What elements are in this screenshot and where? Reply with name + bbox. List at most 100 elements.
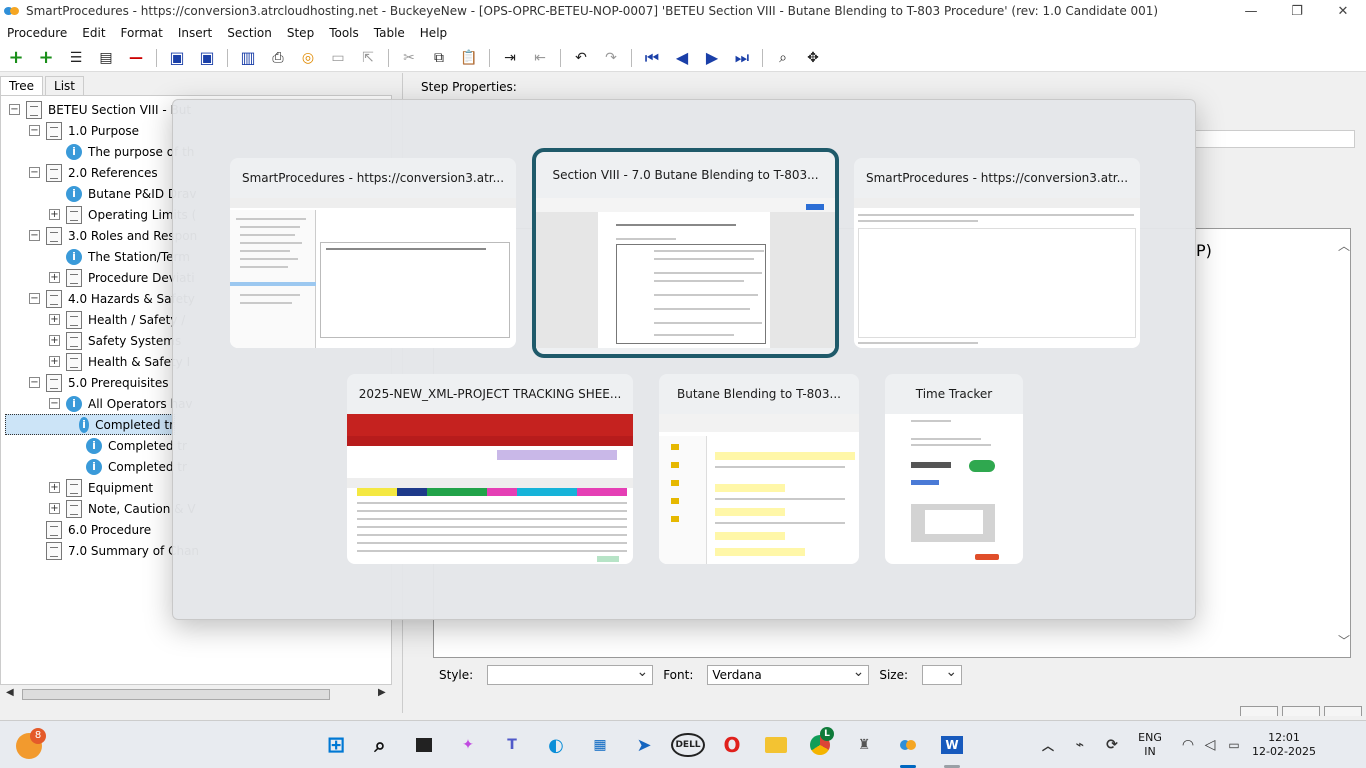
tree-node[interactable]: − BETEU Section VIII - But xyxy=(9,99,191,120)
edge-icon[interactable]: ◐ xyxy=(544,733,568,757)
refresh-icon[interactable]: ⟳ xyxy=(1100,733,1124,757)
undo-icon[interactable]: ↶ xyxy=(571,48,591,68)
start-windows-icon[interactable]: ⊞ xyxy=(324,733,348,758)
power-automate-icon[interactable]: ➤ xyxy=(632,733,656,757)
export-icon[interactable]: ⇱ xyxy=(358,48,378,68)
tree-node[interactable]: − i All Operators hav xyxy=(49,393,193,414)
indent-icon[interactable]: ⇥ xyxy=(500,48,520,68)
copilot-icon[interactable]: ✦ xyxy=(456,733,480,757)
collapse-icon[interactable]: − xyxy=(9,104,20,115)
remove-icon[interactable]: — xyxy=(126,48,146,68)
tab-tree[interactable]: Tree xyxy=(0,76,44,95)
wifi-icon[interactable]: ◠ xyxy=(1176,733,1200,757)
scroll-right-icon[interactable]: ▶ xyxy=(378,687,386,698)
save-icon[interactable]: ▣ xyxy=(197,48,217,68)
style-select[interactable] xyxy=(487,663,654,685)
tree-node[interactable]: + Safety Systems xyxy=(49,330,181,351)
list-icon[interactable]: ☰ xyxy=(66,48,86,68)
teams-icon[interactable]: T xyxy=(500,733,524,757)
collapse-icon[interactable]: − xyxy=(49,398,60,409)
menu-step[interactable]: Step xyxy=(287,26,314,40)
web-icon[interactable]: ◎ xyxy=(298,48,318,68)
menu-help[interactable]: Help xyxy=(420,26,447,40)
chevron-up-icon[interactable]: ︿ xyxy=(1036,733,1060,757)
menu-procedure[interactable]: Procedure xyxy=(7,26,67,40)
smartprocedures-taskbar-icon[interactable] xyxy=(896,733,920,757)
previous-icon[interactable]: ◀ xyxy=(672,48,692,68)
tree-node[interactable]: − 1.0 Purpose xyxy=(29,120,139,141)
window-card-section-viii[interactable]: Section VIII - 7.0 Butane Blending to T-… xyxy=(532,148,839,358)
menu-tools[interactable]: Tools xyxy=(329,26,359,40)
print-icon[interactable]: ⎙ xyxy=(268,48,288,68)
copy-icon[interactable]: ⧉ xyxy=(429,48,449,68)
expand-icon[interactable]: + xyxy=(49,503,60,514)
last-icon[interactable]: ⏭ xyxy=(732,48,752,68)
find-icon[interactable]: ⌕ xyxy=(773,48,793,68)
move-icon[interactable]: ✥ xyxy=(803,48,823,68)
expand-icon[interactable]: + xyxy=(49,272,60,283)
expand-icon[interactable]: + xyxy=(49,482,60,493)
expand-icon[interactable]: + xyxy=(49,335,60,346)
menu-table[interactable]: Table xyxy=(374,26,405,40)
dell-icon[interactable]: DELL xyxy=(671,733,705,757)
expand-icon[interactable]: + xyxy=(49,356,60,367)
tree-node[interactable]: + Health & Safety I xyxy=(49,351,190,372)
language-indicator[interactable]: ENG IN xyxy=(1136,731,1164,759)
chevron-down-icon[interactable]: ﹀ xyxy=(1338,632,1350,649)
tree-node[interactable]: i Completed tr xyxy=(5,414,175,435)
window-card-smartprocedures-2[interactable]: SmartProcedures - https://conversion3.at… xyxy=(854,158,1140,348)
clock[interactable]: 12:01 12-02-2025 xyxy=(1252,731,1316,759)
scroll-left-icon[interactable]: ◀ xyxy=(6,687,14,698)
tree-node[interactable]: − 5.0 Prerequisites xyxy=(29,372,169,393)
network-sync-icon[interactable]: ⌁ xyxy=(1068,733,1092,757)
menu-edit[interactable]: Edit xyxy=(82,26,105,40)
tree-horizontal-scrollbar[interactable]: ◀ ▶ xyxy=(0,685,392,703)
next-icon[interactable]: ▶ xyxy=(702,48,722,68)
collapse-icon[interactable]: − xyxy=(29,167,40,178)
close-icon[interactable]: ✕ xyxy=(1320,0,1366,22)
person-app-icon[interactable]: ♜ xyxy=(852,733,876,757)
window-card-project-tracking-sheet[interactable]: 2025-NEW_XML-PROJECT TRACKING SHEE... xyxy=(347,374,633,564)
expand-icon[interactable]: + xyxy=(49,314,60,325)
battery-icon[interactable]: ▭ xyxy=(1222,733,1246,757)
font-select[interactable]: Verdana xyxy=(707,663,870,685)
tree-node[interactable]: i Completed tr xyxy=(69,456,187,477)
menu-insert[interactable]: Insert xyxy=(178,26,212,40)
redo-icon[interactable]: ↷ xyxy=(601,48,621,68)
add-icon[interactable]: + xyxy=(6,47,26,68)
search-icon[interactable]: ⌕ xyxy=(368,733,392,757)
cut-icon[interactable]: ✂ xyxy=(399,48,419,68)
tree-node[interactable]: + Health / Safety / xyxy=(49,309,185,330)
tree-node[interactable]: 6.0 Procedure xyxy=(29,519,151,540)
volume-icon[interactable]: ◁ xyxy=(1198,733,1222,757)
tree-node[interactable]: i The Station/Term xyxy=(49,246,190,267)
tree-node[interactable]: + Equipment xyxy=(49,477,153,498)
tree-node[interactable]: −4.0 Hazards & Safety xyxy=(29,288,195,309)
store-icon[interactable]: ▦ xyxy=(588,733,612,757)
size-select[interactable] xyxy=(922,663,963,685)
menu-section[interactable]: Section xyxy=(227,26,272,40)
chevron-up-icon[interactable]: ︿ xyxy=(1338,237,1350,254)
expand-icon[interactable]: + xyxy=(49,209,60,220)
file-explorer-icon[interactable] xyxy=(764,733,788,757)
scroll-thumb[interactable] xyxy=(22,689,330,700)
properties-icon[interactable]: ▤ xyxy=(96,48,116,68)
preview-icon[interactable]: ▭ xyxy=(328,48,348,68)
collapse-icon[interactable]: − xyxy=(29,377,40,388)
collapse-icon[interactable]: − xyxy=(29,125,40,136)
task-view-icon[interactable] xyxy=(412,733,436,757)
add-child-icon[interactable]: + xyxy=(36,47,56,68)
first-icon[interactable]: ⏮ xyxy=(642,48,662,68)
minimize-icon[interactable]: — xyxy=(1228,0,1274,22)
publish-icon[interactable]: ▥ xyxy=(238,48,258,68)
tree-node[interactable]: i Completed tr xyxy=(69,435,187,456)
word-icon[interactable]: W xyxy=(940,733,964,757)
window-card-butane-blending[interactable]: Butane Blending to T-803... xyxy=(659,374,859,564)
window-card-smartprocedures-1[interactable]: SmartProcedures - https://conversion3.at… xyxy=(230,158,516,348)
paste-icon[interactable]: 📋 xyxy=(459,48,479,68)
outdent-icon[interactable]: ⇤ xyxy=(530,48,550,68)
collapse-icon[interactable]: − xyxy=(29,230,40,241)
tree-node[interactable]: − 2.0 References xyxy=(29,162,158,183)
tab-list[interactable]: List xyxy=(45,76,84,95)
window-card-time-tracker[interactable]: Time Tracker xyxy=(885,374,1023,564)
